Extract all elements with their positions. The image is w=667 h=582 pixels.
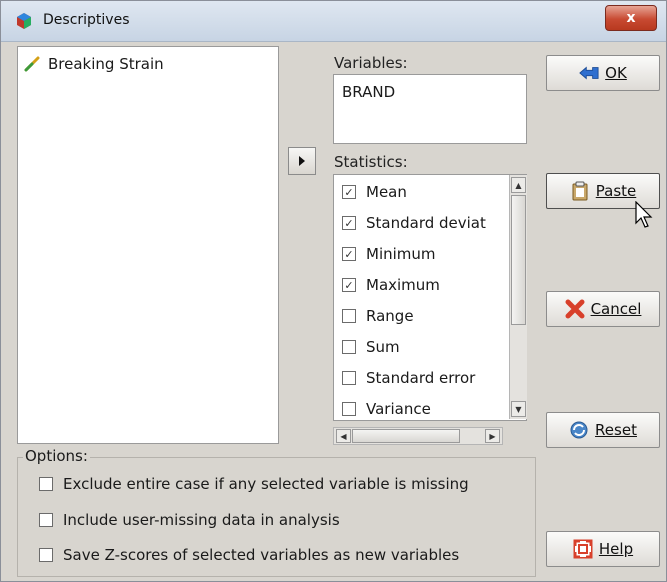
scale-variable-ruler-icon: [24, 56, 40, 72]
statistic-label: Range: [366, 307, 414, 325]
cancel-label: Cancel: [590, 300, 642, 318]
cancel-x-icon: [565, 299, 585, 319]
statistic-label: Sum: [366, 338, 400, 356]
source-variable-list[interactable]: Breaking Strain: [17, 46, 279, 444]
ok-arrow-icon: [579, 63, 599, 83]
standard-deviation-checkbox[interactable]: ✓: [342, 216, 356, 230]
move-variable-button[interactable]: [288, 147, 316, 175]
statistic-standard-deviation[interactable]: ✓ Standard deviat: [342, 210, 486, 236]
help-lifebuoy-icon: [573, 539, 593, 559]
list-item-breaking-strain[interactable]: Breaking Strain: [24, 55, 164, 73]
reset-refresh-icon: [569, 420, 589, 440]
include-user-missing-checkbox[interactable]: [39, 513, 53, 527]
options-label: Options:: [23, 447, 90, 465]
option-include-user-missing[interactable]: Include user-missing data in analysis: [39, 511, 340, 529]
statistic-label: Variance: [366, 400, 431, 418]
scroll-down-arrow-icon[interactable]: ▼: [511, 401, 526, 417]
scroll-right-arrow-icon[interactable]: ▶: [485, 429, 500, 443]
close-button[interactable]: x: [605, 5, 657, 31]
title-bar[interactable]: Descriptives x: [1, 1, 666, 42]
standard-error-checkbox[interactable]: [342, 371, 356, 385]
statistic-maximum[interactable]: ✓ Maximum: [342, 272, 440, 298]
statistic-range[interactable]: Range: [342, 303, 414, 329]
statistic-label: Standard error: [366, 369, 476, 387]
statistic-minimum[interactable]: ✓ Minimum: [342, 241, 436, 267]
statistics-vertical-scrollbar[interactable]: ▲ ▼: [509, 175, 527, 419]
statistics-horizontal-scrollbar[interactable]: ◀ ▶: [333, 427, 503, 445]
scroll-up-arrow-icon[interactable]: ▲: [511, 177, 526, 193]
variables-label: Variables:: [334, 54, 408, 72]
paste-label: Paste: [595, 182, 637, 200]
variable-item-brand[interactable]: BRAND: [342, 83, 395, 101]
option-label: Include user-missing data in analysis: [63, 511, 340, 529]
statistic-standard-error[interactable]: Standard error: [342, 365, 475, 391]
statistic-variance[interactable]: Variance: [342, 396, 431, 420]
exclude-case-checkbox[interactable]: [39, 477, 53, 491]
statistic-label: Standard deviat: [366, 214, 486, 232]
save-z-scores-checkbox[interactable]: [39, 548, 53, 562]
range-checkbox[interactable]: [342, 309, 356, 323]
ok-button[interactable]: OK: [546, 55, 660, 91]
statistic-label: Minimum: [366, 245, 436, 263]
help-label: Help: [598, 540, 634, 558]
option-label: Save Z-scores of selected variables as n…: [63, 546, 460, 564]
clipboard-icon: [570, 181, 590, 201]
scrollbar-thumb[interactable]: [352, 429, 460, 443]
variables-list[interactable]: BRAND: [333, 74, 527, 144]
list-item-label: Breaking Strain: [48, 55, 164, 73]
mean-checkbox[interactable]: ✓: [342, 185, 356, 199]
descriptives-dialog: Descriptives x Breaking Strain Variables…: [0, 0, 667, 582]
option-save-z-scores[interactable]: Save Z-scores of selected variables as n…: [39, 546, 459, 564]
statistic-label: Maximum: [366, 276, 440, 294]
maximum-checkbox[interactable]: ✓: [342, 278, 356, 292]
spss-dialog-icon: [17, 13, 31, 29]
statistics-label: Statistics:: [334, 153, 408, 171]
reset-button[interactable]: Reset: [546, 412, 660, 448]
window-title: Descriptives: [43, 12, 130, 28]
option-exclude-entire-case[interactable]: Exclude entire case if any selected vari…: [39, 475, 469, 493]
scroll-left-arrow-icon[interactable]: ◀: [336, 429, 351, 443]
close-icon: x: [626, 10, 636, 26]
mouse-pointer-icon: [635, 201, 653, 228]
statistic-sum[interactable]: Sum: [342, 334, 400, 360]
statistic-mean[interactable]: ✓ Mean: [342, 179, 407, 205]
cancel-button[interactable]: Cancel: [546, 291, 660, 327]
sum-checkbox[interactable]: [342, 340, 356, 354]
minimum-checkbox[interactable]: ✓: [342, 247, 356, 261]
variance-checkbox[interactable]: [342, 402, 356, 416]
arrow-right-icon: [299, 156, 305, 166]
option-label: Exclude entire case if any selected vari…: [63, 475, 469, 493]
scrollbar-thumb[interactable]: [511, 195, 526, 325]
help-button[interactable]: Help: [546, 531, 660, 567]
statistics-list[interactable]: ✓ Mean ✓ Standard deviat ✓ Minimum ✓ Max…: [333, 174, 527, 421]
ok-label: OK: [605, 64, 627, 82]
statistic-label: Mean: [366, 183, 407, 201]
reset-label: Reset: [595, 421, 637, 439]
